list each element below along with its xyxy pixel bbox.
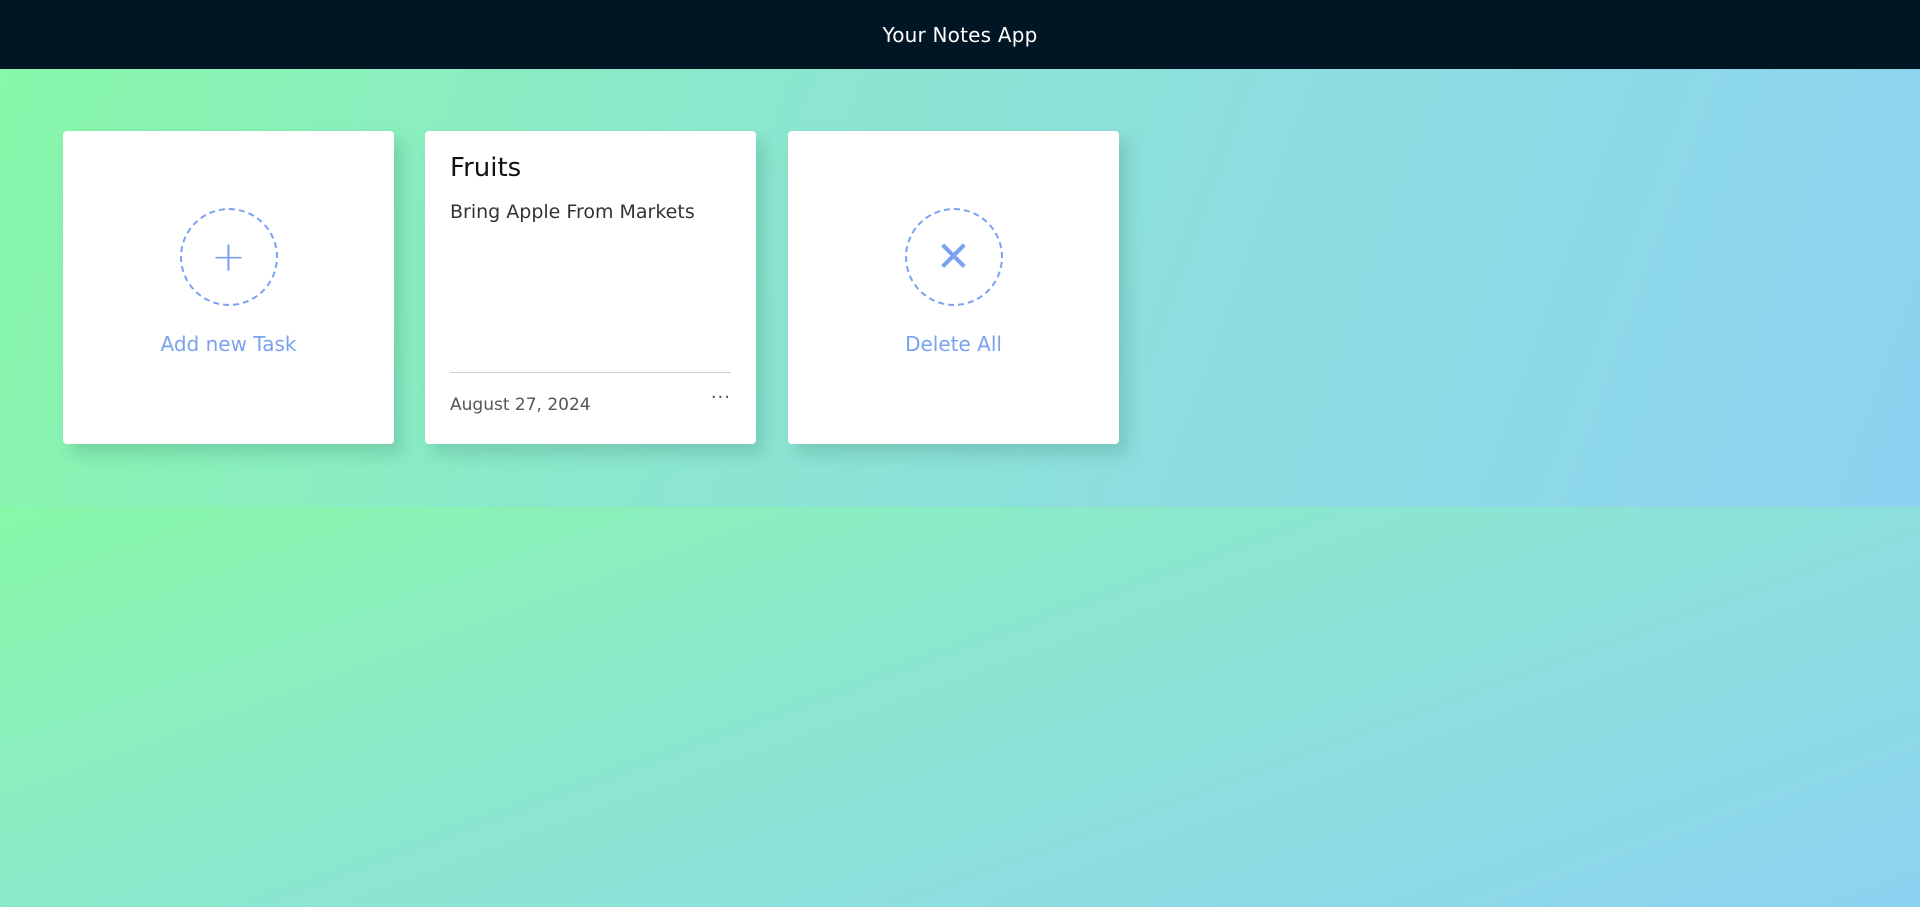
note-title: Fruits bbox=[450, 153, 522, 183]
close-icon: ✕ bbox=[935, 232, 972, 281]
add-task-button[interactable]: + bbox=[179, 208, 278, 306]
ellipsis-icon[interactable]: ··· bbox=[711, 387, 731, 408]
navbar: Your Notes App bbox=[0, 0, 1920, 69]
delete-all-button[interactable]: ✕ bbox=[904, 208, 1003, 306]
note-description: Bring Apple From Markets bbox=[450, 201, 695, 223]
add-task-label[interactable]: Add new Task bbox=[63, 332, 394, 356]
plus-icon: + bbox=[210, 232, 247, 281]
background-gradient-bottom bbox=[0, 507, 1920, 907]
app-title: Your Notes App bbox=[882, 22, 1038, 47]
note-date: August 27, 2024 bbox=[450, 395, 591, 415]
delete-all-label[interactable]: Delete All bbox=[788, 332, 1119, 356]
add-task-card[interactable]: + Add new Task bbox=[63, 131, 394, 444]
note-card: Fruits Bring Apple From Markets August 2… bbox=[425, 131, 756, 444]
delete-all-card[interactable]: ✕ Delete All bbox=[788, 131, 1119, 444]
note-divider bbox=[450, 372, 731, 373]
